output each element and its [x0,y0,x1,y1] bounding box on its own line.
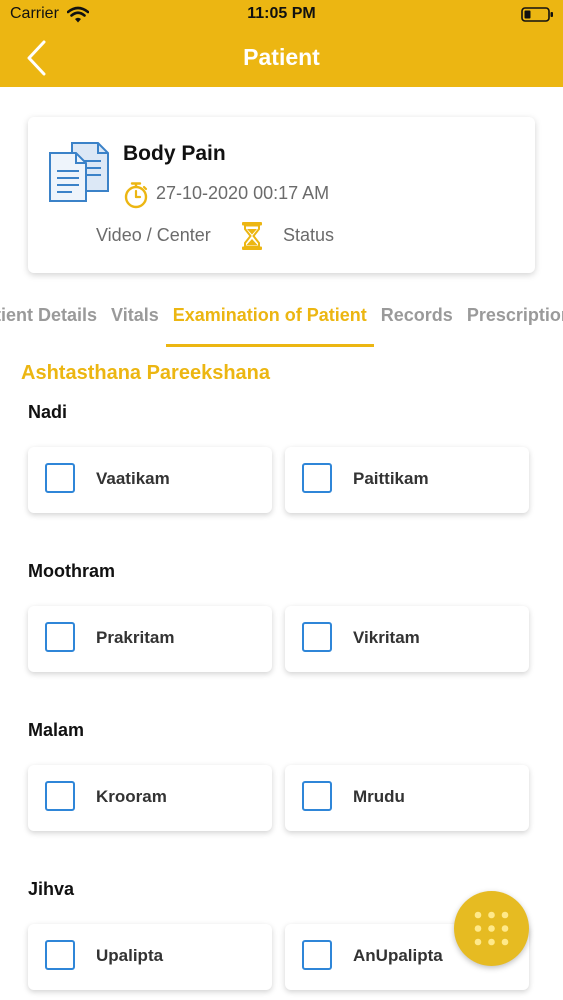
tab-patient-details[interactable]: Patient Details [0,305,104,345]
tab-vitals[interactable]: Vitals [104,305,166,345]
option-label: Prakritam [96,628,175,647]
appointment-datetime: 27-10-2020 00:17 AM [156,183,330,203]
option-label: Krooram [96,787,167,806]
app-header: Carrier 11:05 PM Patient [0,0,563,87]
documents-icon [49,142,109,202]
tab-examination-of-patient[interactable]: Examination of Patient [165,305,374,347]
group-label-jihva: Jihva [28,879,75,899]
appointment-status: Status [283,225,335,245]
menu-fab-button[interactable] [454,891,529,966]
tab-records[interactable]: Records [374,305,460,345]
group-label-moothram: Moothram [28,561,115,581]
appointment-mode: Video / Center [96,225,211,245]
option-krooram[interactable]: Krooram [28,765,272,831]
status-bar: Carrier 11:05 PM [0,0,563,30]
status-time: 11:05 PM [247,5,316,22]
option-prakritam[interactable]: Prakritam [28,606,272,672]
option-label: Mrudu [353,787,405,806]
appointment-title: Body Pain [123,142,226,165]
checkbox[interactable] [45,781,75,811]
hourglass-icon [242,222,262,250]
option-label: Upalipta [96,946,164,965]
option-label: Vikritam [353,628,420,647]
option-vikritam[interactable]: Vikritam [285,606,529,672]
option-label: AnUpalipta [353,946,443,965]
option-label: Vaatikam [96,469,170,488]
option-paittikam[interactable]: Paittikam [285,447,529,513]
option-label: Paittikam [353,469,429,488]
option-mrudu[interactable]: Mrudu [285,765,529,831]
tabs-track: Patient Details Vitals Examination of Pa… [0,305,563,347]
section-title: Ashtasthana Pareekshana [21,362,271,384]
option-vaatikam[interactable]: Vaatikam [28,447,272,513]
grid-dots-icon [474,911,509,946]
page-title: Patient [243,44,320,70]
checkbox[interactable] [302,622,332,652]
checkbox[interactable] [302,463,332,493]
appointment-card: Body Pain 27-10-2020 00:17 AM Video / Ce… [28,117,535,273]
tab-prescription[interactable]: Prescription [460,305,563,345]
tab-bar: Patient Details Vitals Examination of Pa… [0,300,563,350]
group-label-nadi: Nadi [28,402,68,422]
group-label-malam: Malam [28,720,85,740]
checkbox[interactable] [45,622,75,652]
checkbox[interactable] [45,463,75,493]
checkbox[interactable] [302,781,332,811]
battery-icon [521,7,553,22]
stopwatch-icon [124,182,148,209]
checkbox[interactable] [45,940,75,970]
checkbox[interactable] [302,940,332,970]
option-upalipta[interactable]: Upalipta [28,924,272,990]
